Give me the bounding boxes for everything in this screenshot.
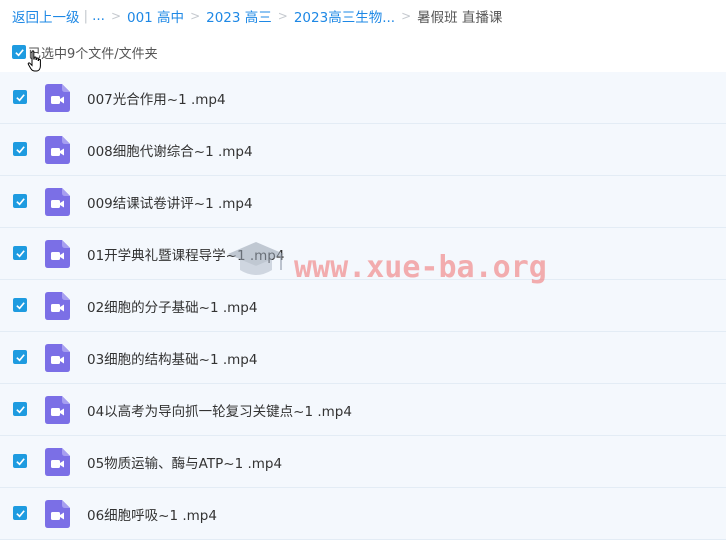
file-row[interactable]: 05物质运输、酶与ATP~1 .mp4	[0, 436, 726, 488]
video-file-icon	[45, 344, 70, 372]
file-name[interactable]: 03细胞的结构基础~1 .mp4	[87, 348, 257, 368]
file-name[interactable]: 008细胞代谢综合~1 .mp4	[87, 140, 253, 160]
file-row[interactable]: 03细胞的结构基础~1 .mp4	[0, 332, 726, 384]
breadcrumb-current: 暑假班 直播课	[417, 10, 503, 26]
file-name[interactable]: 02细胞的分子基础~1 .mp4	[87, 296, 257, 316]
file-checkbox[interactable]	[13, 90, 27, 104]
breadcrumb-item[interactable]: 001 高中	[127, 6, 184, 26]
check-icon	[15, 197, 25, 205]
chevron-right-icon: >	[190, 9, 201, 23]
file-row[interactable]: 02细胞的分子基础~1 .mp4	[0, 280, 726, 332]
video-file-icon	[45, 240, 70, 268]
file-name[interactable]: 05物质运输、酶与ATP~1 .mp4	[87, 452, 282, 472]
file-checkbox[interactable]	[13, 402, 27, 416]
check-icon	[14, 48, 24, 56]
file-checkbox[interactable]	[13, 298, 27, 312]
check-icon	[15, 353, 25, 361]
file-row[interactable]: 009结课试卷讲评~1 .mp4	[0, 176, 726, 228]
chevron-right-icon: >	[277, 9, 288, 23]
file-row[interactable]: 008细胞代谢综合~1 .mp4	[0, 124, 726, 176]
video-file-icon	[45, 500, 70, 528]
hand-cursor-icon	[27, 50, 41, 72]
file-checkbox[interactable]	[13, 350, 27, 364]
file-checkbox[interactable]	[13, 142, 27, 156]
file-name[interactable]: 009结课试卷讲评~1 .mp4	[87, 192, 253, 212]
file-name[interactable]: 007光合作用~1 .mp4	[87, 88, 226, 108]
chevron-right-icon: >	[110, 9, 121, 23]
check-icon	[15, 93, 25, 101]
video-file-icon	[45, 448, 70, 476]
check-icon	[15, 509, 25, 517]
breadcrumb-item[interactable]: 2023 高三	[206, 6, 272, 26]
file-checkbox[interactable]	[13, 194, 27, 208]
back-link[interactable]: 返回上一级	[12, 6, 80, 26]
file-name[interactable]: 01开学典礼暨课程导学~1 .mp4	[87, 244, 284, 264]
file-checkbox[interactable]	[13, 454, 27, 468]
check-icon	[15, 249, 25, 257]
video-file-icon	[45, 188, 70, 216]
file-checkbox[interactable]	[13, 506, 27, 520]
breadcrumb-item[interactable]: 2023高三生物...	[294, 6, 395, 26]
file-row[interactable]: 06细胞呼吸~1 .mp4	[0, 488, 726, 540]
chevron-right-icon: >	[401, 9, 412, 23]
file-checkbox[interactable]	[13, 246, 27, 260]
video-file-icon	[45, 396, 70, 424]
check-icon	[15, 457, 25, 465]
check-icon	[15, 405, 25, 413]
file-row[interactable]: 01开学典礼暨课程导学~1 .mp4	[0, 228, 726, 280]
check-icon	[15, 145, 25, 153]
file-row[interactable]: 007光合作用~1 .mp4	[0, 72, 726, 124]
video-file-icon	[45, 292, 70, 320]
selection-count: 已选中9个文件/文件夹	[28, 46, 158, 62]
breadcrumb: 返回上一级 | ... > 001 高中 > 2023 高三 > 2023高三生…	[12, 5, 502, 27]
video-file-icon	[45, 136, 70, 164]
breadcrumb-ellipsis[interactable]: ...	[92, 8, 105, 24]
check-icon	[15, 301, 25, 309]
select-all-checkbox[interactable]	[12, 45, 26, 59]
file-list: 007光合作用~1 .mp4 008细胞代谢综合~1 .mp4 009结课试卷讲…	[0, 72, 726, 540]
file-row[interactable]: 04以高考为导向抓一轮复习关键点~1 .mp4	[0, 384, 726, 436]
file-name[interactable]: 04以高考为导向抓一轮复习关键点~1 .mp4	[87, 400, 352, 420]
video-file-icon	[45, 84, 70, 112]
breadcrumb-divider: |	[83, 8, 89, 24]
file-name[interactable]: 06细胞呼吸~1 .mp4	[87, 504, 217, 524]
